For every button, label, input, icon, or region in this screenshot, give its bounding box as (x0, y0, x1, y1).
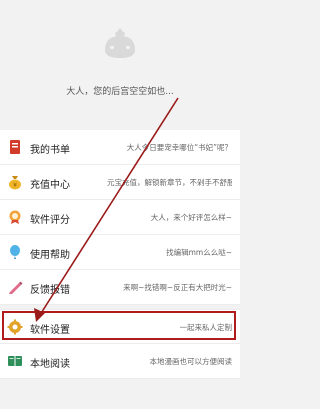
menu-item-help[interactable]: 使用帮助 找编辑mm么么哒~ (0, 235, 240, 270)
profile-greeting[interactable]: 大人，您的后宫空空如也... (0, 84, 240, 97)
menu-item-desc: 大人今日要宠幸哪位“书妃”呢？ (126, 143, 232, 152)
menu-item-settings[interactable]: 软件设置 一起来私人定制 (0, 309, 240, 344)
local-book-icon (8, 356, 22, 366)
menu-item-title: 使用帮助 (30, 250, 70, 261)
pencil-icon (9, 281, 23, 294)
menu-item-title: 软件设置 (30, 325, 70, 336)
menu-item-desc: 本地漫画也可以方便阅读 (149, 357, 233, 366)
dumpling-avatar-icon[interactable] (101, 24, 139, 62)
menu-item-local-reading[interactable]: 本地阅读 本地漫画也可以方便阅读 (0, 344, 240, 379)
svg-text:¥: ¥ (13, 182, 17, 189)
menu-item-desc: 来啊~找错啊~反正有大把时光~ (123, 283, 232, 292)
menu-item-title: 充值中心 (30, 180, 70, 191)
menu-item-title: 本地阅读 (30, 359, 70, 370)
menu-item-desc: 一起来私人定制 (179, 323, 233, 332)
menu-item-desc: 元宝充值，解锁新章节，不剁手不舒服新番 (107, 178, 232, 187)
menu-item-desc: 找编辑mm么么哒~ (166, 248, 232, 257)
menu-item-feedback[interactable]: 反馈报错 来啊~找错啊~反正有大把时光~ (0, 270, 240, 305)
menu-item-title: 我的书单 (30, 145, 70, 156)
settings-menu: 我的书单 大人今日要宠幸哪位“书妃”呢？ ¥ 充值中心 元宝充值，解锁新章节，不… (0, 130, 240, 379)
book-list-icon (10, 140, 20, 154)
menu-item-title: 软件评分 (30, 215, 70, 226)
profile-header: 大人，您的后宫空空如也... (0, 0, 240, 130)
coin-bag-icon: ¥ (9, 176, 21, 190)
menu-item-my-booklist[interactable]: 我的书单 大人今日要宠幸哪位“书妃”呢？ (0, 130, 240, 165)
gear-icon (7, 319, 23, 335)
help-balloon-icon (10, 245, 20, 259)
menu-item-desc: 大人，来个好评怎么样~ (150, 213, 232, 222)
menu-item-title: 反馈报错 (30, 285, 70, 296)
menu-item-rating[interactable]: 软件评分 大人，来个好评怎么样~ (0, 200, 240, 235)
menu-item-recharge[interactable]: ¥ 充值中心 元宝充值，解锁新章节，不剁手不舒服新番 (0, 165, 240, 200)
rating-medal-icon (9, 210, 21, 224)
